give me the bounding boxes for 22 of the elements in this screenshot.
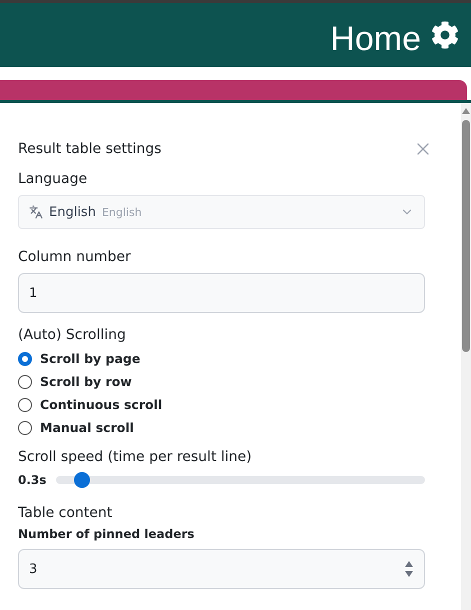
field-label: Scroll speed (time per result line) xyxy=(18,449,253,465)
radio-option[interactable]: Manual scroll xyxy=(18,420,425,435)
scrollbar[interactable] xyxy=(461,103,471,610)
input-field[interactable]: 1 xyxy=(18,273,425,313)
field-label: Number of pinned leaders xyxy=(18,527,196,541)
language-select[interactable]: English English xyxy=(18,195,425,229)
panel-title: Result table settings xyxy=(18,141,162,157)
spinner-icon[interactable] xyxy=(404,560,414,578)
slider-reading: 0.3s xyxy=(18,473,46,487)
slider-thumb[interactable] xyxy=(74,472,90,488)
radio-option[interactable]: Continuous scroll xyxy=(18,397,425,412)
scroll-up-icon[interactable] xyxy=(462,108,470,114)
radio-option[interactable]: Scroll by row xyxy=(18,374,425,389)
number-field[interactable]: 3 xyxy=(18,549,425,589)
field-label: Column number xyxy=(18,249,132,265)
field-label: (Auto) Scrolling xyxy=(18,327,127,343)
field-label: Language xyxy=(18,171,88,187)
translate-icon xyxy=(29,205,43,219)
radio-option[interactable]: Scroll by page xyxy=(18,351,425,366)
page-title: Home xyxy=(330,20,421,58)
section-label: Table content xyxy=(18,505,114,521)
settings-icon[interactable] xyxy=(431,21,459,49)
